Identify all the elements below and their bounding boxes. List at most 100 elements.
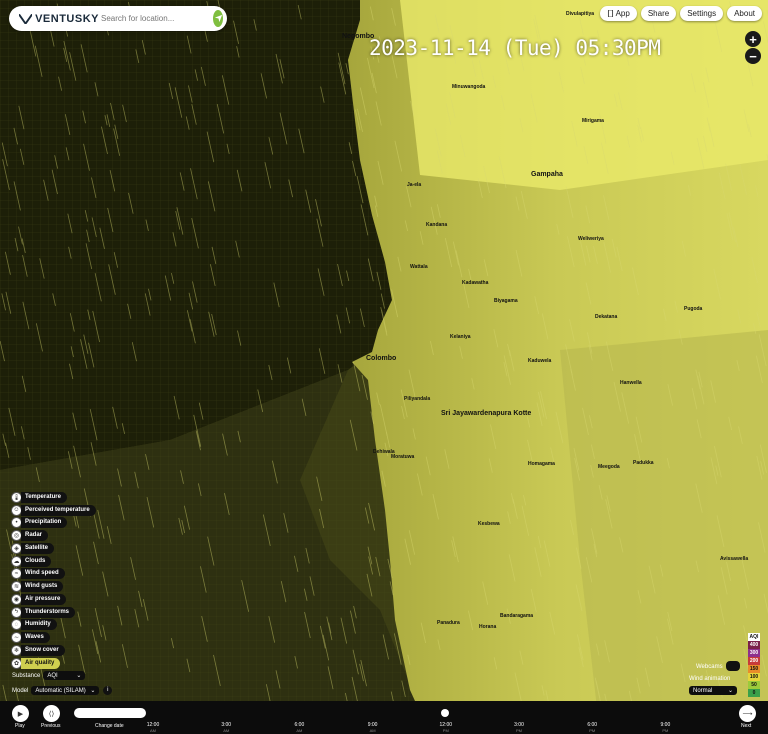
place-label: Divulapitiya bbox=[566, 11, 594, 17]
zoom-in-button[interactable]: + bbox=[745, 31, 761, 47]
layer-label: Wind speed bbox=[21, 568, 65, 580]
logo-mark-icon bbox=[19, 13, 33, 24]
timeline-tick[interactable]: 6:00 AM bbox=[287, 722, 311, 734]
layer-item-wind-speed[interactable]: ≈ Wind speed bbox=[11, 568, 96, 581]
settings-button[interactable]: Settings bbox=[680, 6, 724, 21]
legend-title: AQI bbox=[748, 633, 760, 641]
info-icon[interactable]: i bbox=[103, 686, 113, 695]
substance-select[interactable]: AQI ⌄ bbox=[43, 671, 86, 680]
legend-step: 50 bbox=[748, 681, 760, 689]
timeline-tick[interactable]: 6:00 PM bbox=[580, 722, 604, 734]
tick-period: AM bbox=[296, 728, 303, 733]
layer-item-radar[interactable]: ◎ Radar bbox=[11, 529, 96, 542]
next-label: Next bbox=[741, 723, 752, 729]
place-label: Gampaha bbox=[531, 171, 563, 178]
layer-item-thunderstorms[interactable]: ϟ Thunderstorms bbox=[11, 606, 96, 619]
tick-period: PM bbox=[516, 728, 522, 733]
next-button[interactable]: ⟶ bbox=[739, 705, 756, 722]
place-label: Homagama bbox=[528, 461, 555, 467]
layer-label: Clouds bbox=[21, 555, 52, 567]
layer-label: Satellite bbox=[21, 542, 55, 554]
tick-period: AM bbox=[223, 728, 230, 733]
place-label: Kelaniya bbox=[450, 334, 471, 340]
place-label: Avissawella bbox=[720, 556, 748, 562]
layer-item-snow-cover[interactable]: ❄ Snow cover bbox=[11, 644, 96, 657]
phone-icon bbox=[607, 10, 613, 17]
app-button-label: App bbox=[615, 9, 630, 18]
layer-item-perceived-temperature[interactable]: ☺ Perceived temperature bbox=[11, 504, 96, 517]
layer-item-waves[interactable]: ∼ Waves bbox=[11, 631, 96, 644]
locate-button[interactable] bbox=[213, 10, 223, 27]
layer-label: Precipitation bbox=[21, 517, 68, 529]
about-button-label: About bbox=[734, 9, 755, 18]
place-label: Biyagama bbox=[494, 298, 518, 304]
legend-step: 300 bbox=[748, 649, 760, 657]
about-button[interactable]: About bbox=[727, 6, 762, 21]
share-button[interactable]: Share bbox=[640, 6, 677, 21]
substance-label: Substance bbox=[12, 672, 41, 679]
layer-item-precipitation[interactable]: • Precipitation bbox=[11, 517, 96, 530]
wind-animation-value: Normal bbox=[693, 687, 713, 694]
timeline-tick[interactable]: 12:00 AM bbox=[141, 722, 165, 734]
place-label: Panadura bbox=[437, 620, 460, 626]
previous-button[interactable]: ⟨⟩ bbox=[43, 705, 60, 722]
place-label: Meegoda bbox=[598, 464, 620, 470]
timeline-tick[interactable]: 3:00 AM bbox=[214, 722, 238, 734]
layer-label: Perceived temperature bbox=[21, 504, 96, 516]
change-date-field[interactable] bbox=[74, 708, 146, 718]
place-label: Dekatana bbox=[595, 314, 617, 320]
layer-item-clouds[interactable]: ☁ Clouds bbox=[11, 555, 96, 568]
layer-item-satellite[interactable]: ◈ Satellite bbox=[11, 542, 96, 555]
chevron-down-icon: ⌄ bbox=[90, 688, 96, 694]
app-button[interactable]: App bbox=[599, 6, 637, 21]
share-button-label: Share bbox=[647, 9, 670, 18]
legend-step: 0 bbox=[748, 689, 760, 697]
place-label: Padukka bbox=[633, 460, 654, 466]
location-arrow-icon bbox=[214, 14, 222, 23]
layer-label: Air quality bbox=[21, 657, 61, 669]
layer-menu: 🌡 Temperature ☺ Perceived temperature • Preci… bbox=[11, 491, 96, 670]
change-date-label: Change date bbox=[95, 723, 124, 729]
place-label: Moratuwa bbox=[391, 454, 415, 460]
layer-item-air-quality[interactable]: ✿ Air quality bbox=[11, 657, 96, 670]
tick-period: PM bbox=[442, 728, 449, 733]
layer-item-temperature[interactable]: 🌡 Temperature bbox=[11, 491, 96, 504]
layer-label: Radar bbox=[21, 530, 49, 542]
timeline-tick[interactable]: 9:00 PM bbox=[653, 722, 677, 734]
wind-animation-select[interactable]: Normal ⌄ bbox=[689, 686, 737, 695]
legend-step: 100 bbox=[748, 673, 760, 681]
ventusky-logo[interactable]: VENTUSKY bbox=[19, 13, 99, 25]
place-label: Colombo bbox=[366, 355, 396, 362]
place-label: Sri Jayawardenapura Kotte bbox=[441, 410, 531, 417]
layer-item-air-pressure[interactable]: ◉ Air pressure bbox=[11, 593, 96, 606]
place-label: Piliyandala bbox=[404, 396, 430, 402]
map-canvas[interactable]: NegomboMinuwangodaGampahaJa-elaKandanaWa… bbox=[0, 0, 768, 734]
layer-item-humidity[interactable]: ◌ Humidity bbox=[11, 619, 96, 632]
camera-icon[interactable] bbox=[726, 661, 740, 671]
legend-step: 400 bbox=[748, 641, 760, 649]
zoom-out-button[interactable]: − bbox=[745, 48, 761, 64]
layer-item-wind-gusts[interactable]: ≋ Wind gusts bbox=[11, 580, 96, 593]
timeline-cursor[interactable] bbox=[441, 709, 449, 717]
play-label: Play bbox=[15, 723, 25, 729]
place-label: Kaduwela bbox=[528, 358, 552, 364]
search-input[interactable] bbox=[99, 8, 213, 29]
place-label: Weliweriya bbox=[578, 236, 604, 242]
tick-period: AM bbox=[150, 728, 156, 733]
next-icon: ⟶ bbox=[742, 710, 753, 718]
webcams-toggle[interactable]: Webcams bbox=[696, 664, 723, 670]
timeline-tick[interactable]: 9:00 AM bbox=[361, 722, 385, 734]
aqi-legend: AQI 400 300 200 150 100 50 0 bbox=[748, 633, 760, 697]
legend-step: 150 bbox=[748, 665, 760, 673]
play-button[interactable]: ▶ bbox=[12, 705, 29, 722]
timeline-tick[interactable]: 3:00 PM bbox=[507, 722, 531, 734]
settings-button-label: Settings bbox=[687, 9, 717, 18]
timeline-tick[interactable]: 12:00 PM bbox=[434, 722, 458, 734]
tick-period: PM bbox=[662, 728, 669, 733]
place-label: Ja-ela bbox=[407, 182, 421, 188]
model-select[interactable]: Automatic (SILAM) ⌄ bbox=[31, 686, 100, 695]
wind-animation-row: Normal ⌄ bbox=[689, 686, 737, 695]
layer-label: Snow cover bbox=[21, 644, 65, 656]
place-label: Horana bbox=[479, 624, 496, 630]
model-value: Automatic (SILAM) bbox=[35, 687, 86, 694]
